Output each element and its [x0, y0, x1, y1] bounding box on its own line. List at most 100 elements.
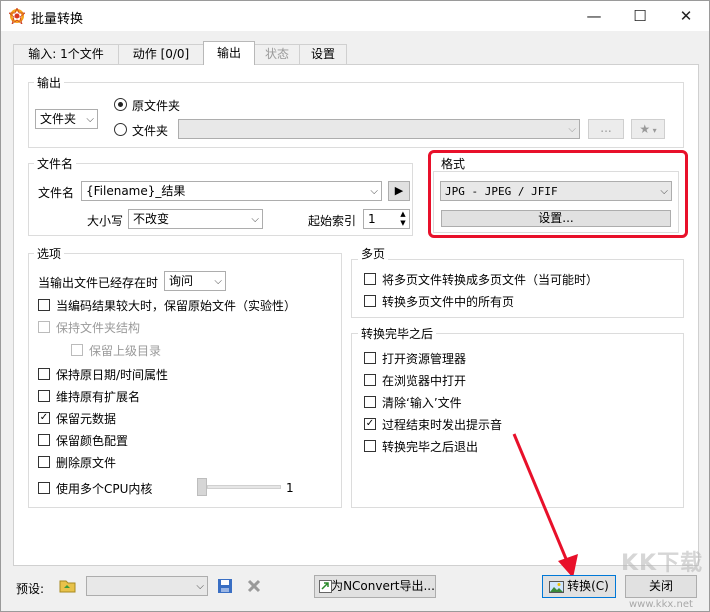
convert-label: 转换(C)	[567, 579, 609, 593]
keep-parent-dir-checkbox[interactable]	[71, 344, 83, 356]
output-folder-path-select[interactable]: ⌵	[178, 119, 580, 139]
open-in-browser-checkbox[interactable]	[364, 374, 376, 386]
cpu-slider-track[interactable]	[207, 485, 281, 489]
batch-convert-window: 批量转换 — ☐ ✕ 输入: 1个文件 动作 [0/0] 输出 状态 设置 输出…	[0, 0, 710, 612]
multipage-to-multipage-checkbox[interactable]	[364, 273, 376, 285]
filename-group-title: 文件名	[34, 155, 77, 172]
cpu-slider-thumb[interactable]	[197, 478, 207, 496]
browse-folder-button[interactable]: ...	[588, 119, 624, 139]
open-in-browser-label: 在浏览器中打开	[382, 374, 467, 388]
tab-settings[interactable]: 设置	[299, 44, 347, 64]
delete-icon[interactable]	[247, 579, 261, 593]
case-value: 不改变	[133, 212, 170, 226]
multipage-group-title: 多页	[358, 245, 389, 262]
filename-pattern-value: {Filename}_结果	[86, 184, 186, 198]
case-select[interactable]: 不改变 ⌵	[128, 209, 263, 229]
tab-input[interactable]: 输入: 1个文件	[13, 44, 119, 64]
tab-output[interactable]: 输出	[203, 41, 255, 65]
image-icon	[549, 581, 564, 593]
convert-button[interactable]: 转换(C)	[542, 575, 616, 598]
exists-value: 询问	[169, 274, 194, 288]
chevron-down-icon: ⌵	[251, 214, 259, 225]
case-label: 大小写	[87, 214, 124, 228]
tab-status[interactable]: 状态	[254, 44, 300, 64]
radio-custom-folder-label: 文件夹	[132, 124, 169, 138]
radio-original-folder[interactable]	[114, 98, 127, 111]
app-logo-icon	[9, 8, 25, 24]
play-sound-checkbox[interactable]: ✓	[364, 418, 376, 430]
output-group-title: 输出	[34, 74, 65, 91]
start-index-value: 1	[368, 212, 376, 226]
chevron-down-icon: ▾	[650, 126, 657, 135]
open-explorer-checkbox[interactable]	[364, 352, 376, 364]
keep-metadata-label: 保留元数据	[56, 412, 117, 426]
play-sound-label: 过程结束时发出提示音	[382, 418, 503, 432]
delete-original-label: 删除原文件	[56, 456, 117, 470]
watermark-logo: KK下载	[621, 551, 704, 576]
start-index-label: 起始索引	[308, 214, 357, 228]
close-dialog-button[interactable]: 关闭	[625, 575, 697, 598]
chevron-down-icon: ⌵	[568, 124, 576, 135]
radio-custom-folder[interactable]	[114, 123, 127, 136]
chevron-down-icon: ⌵	[370, 186, 378, 197]
keep-color-profile-checkbox[interactable]	[38, 434, 50, 446]
keep-metadata-checkbox[interactable]: ✓	[38, 412, 50, 424]
spinner-arrows-icon[interactable]: ▲ ▼	[398, 210, 408, 228]
open-folder-icon[interactable]	[59, 578, 77, 594]
minimize-button[interactable]: —	[571, 1, 617, 31]
play-icon: ▶	[394, 184, 404, 197]
output-type-select[interactable]: 文件夹 ⌵	[35, 109, 98, 129]
exit-after-checkbox[interactable]	[364, 440, 376, 452]
after-conversion-group-title: 转换完毕之后	[358, 325, 437, 342]
favorites-button[interactable]: ★ ▾	[631, 119, 665, 139]
close-window-button[interactable]: ✕	[663, 1, 709, 31]
cpu-cores-value: 1	[286, 481, 294, 495]
red-arrow-annotation	[512, 433, 578, 578]
radio-original-folder-label: 原文件夹	[132, 99, 181, 113]
clear-input-label: 清除‘输入’文件	[382, 396, 462, 410]
keep-original-if-larger-checkbox[interactable]	[38, 299, 50, 311]
output-type-value: 文件夹	[40, 112, 77, 126]
title-bar: 批量转换 — ☐ ✕	[1, 1, 709, 31]
keep-folder-structure-label: 保持文件夹结构	[56, 321, 141, 335]
save-icon[interactable]	[217, 578, 233, 594]
maximize-button[interactable]: ☐	[617, 1, 663, 31]
convert-all-pages-label: 转换多页文件中的所有页	[382, 295, 515, 309]
exists-select[interactable]: 询问 ⌵	[164, 271, 226, 291]
multi-cpu-checkbox[interactable]	[38, 482, 50, 494]
chevron-down-icon: ⌵	[196, 581, 204, 592]
multipage-to-multipage-label: 将多页文件转换成多页文件（当可能时）	[382, 273, 599, 287]
keep-parent-dir-label: 保留上级目录	[89, 344, 162, 358]
clear-input-checkbox[interactable]	[364, 396, 376, 408]
exists-label: 当输出文件已经存在时	[38, 276, 159, 290]
chevron-down-icon: ⌵	[86, 114, 94, 125]
tab-actions[interactable]: 动作 [0/0]	[118, 44, 204, 64]
open-explorer-label: 打开资源管理器	[382, 352, 467, 366]
export-nconvert-button[interactable]: 为NConvert导出...	[314, 575, 436, 598]
filename-pattern-input[interactable]: {Filename}_结果 ⌵	[81, 181, 382, 201]
filename-label: 文件名	[38, 186, 75, 200]
preset-label: 预设:	[16, 582, 45, 596]
export-icon	[319, 580, 332, 593]
window-title: 批量转换	[31, 12, 84, 27]
options-group-title: 选项	[34, 245, 65, 262]
convert-all-pages-checkbox[interactable]	[364, 295, 376, 307]
chevron-down-icon: ⌵	[214, 276, 222, 287]
keep-original-if-larger-label: 当编码结果较大时，保留原始文件（实验性）	[56, 299, 297, 313]
keep-extension-checkbox[interactable]	[38, 390, 50, 402]
preset-select[interactable]: ⌵	[86, 576, 208, 596]
keep-folder-structure-checkbox[interactable]	[38, 321, 50, 333]
export-nconvert-label: 为NConvert导出...	[331, 579, 435, 593]
keep-date-time-checkbox[interactable]	[38, 368, 50, 380]
highlight-box	[428, 150, 688, 238]
multi-cpu-label: 使用多个CPU内核	[56, 482, 153, 496]
star-icon: ★	[639, 122, 651, 136]
start-index-spinner[interactable]: 1 ▲ ▼	[363, 209, 410, 229]
keep-extension-label: 维持原有扩展名	[56, 390, 141, 404]
keep-date-time-label: 保持原日期/时间属性	[56, 368, 169, 382]
delete-original-checkbox[interactable]	[38, 456, 50, 468]
exit-after-label: 转换完毕之后退出	[382, 440, 479, 454]
keep-color-profile-label: 保留颜色配置	[56, 434, 129, 448]
filename-insert-button[interactable]: ▶	[388, 181, 410, 201]
watermark-url: www.kkx.net	[629, 599, 693, 610]
